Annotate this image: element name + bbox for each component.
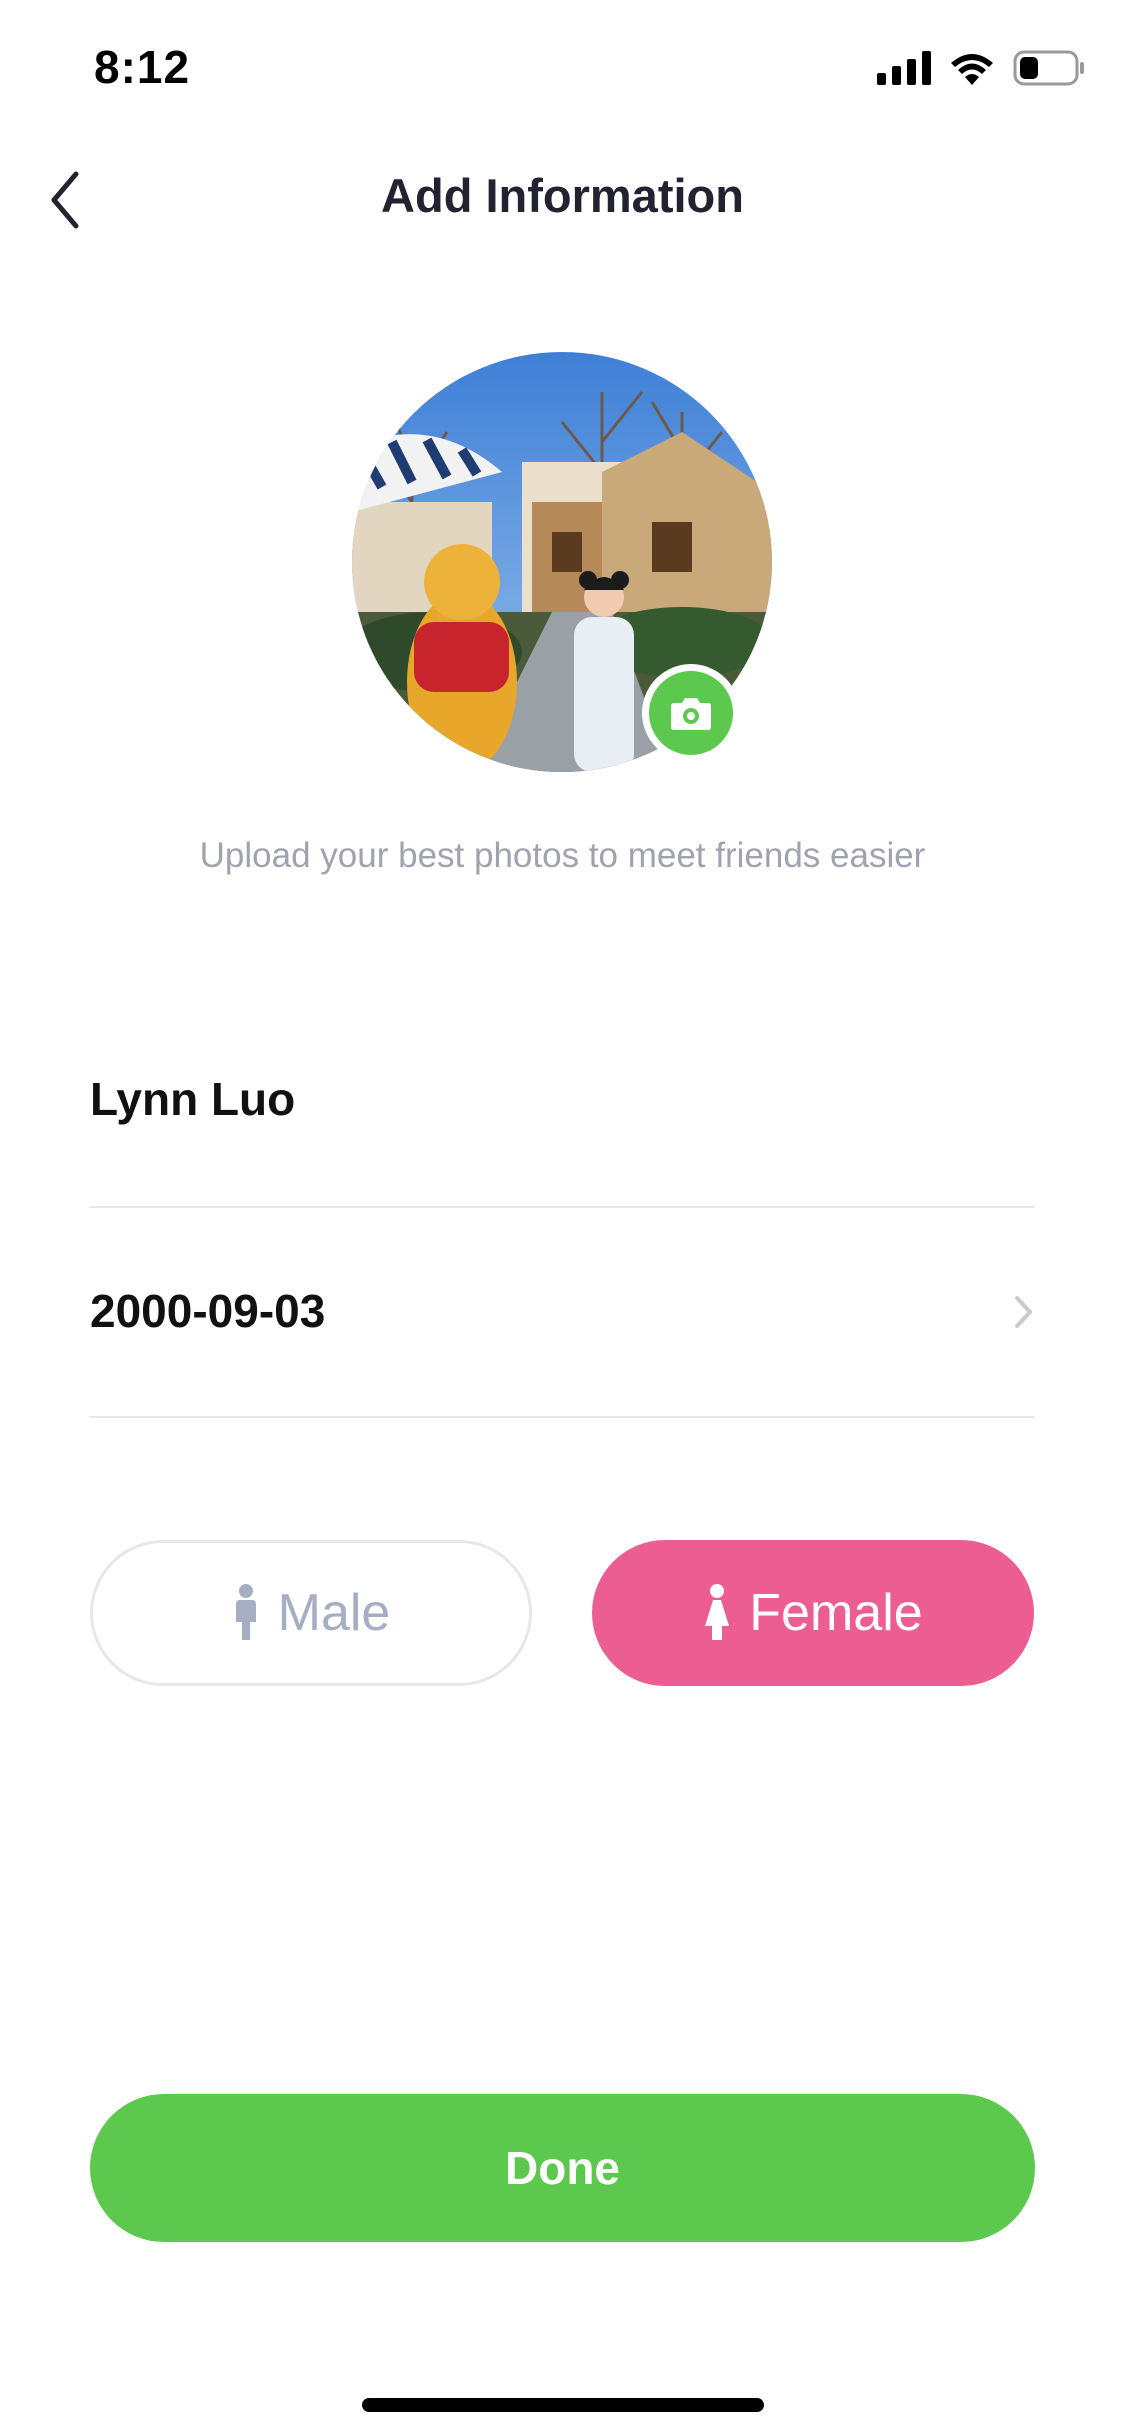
- camera-icon: [671, 698, 711, 730]
- battery-icon: [1013, 50, 1084, 86]
- chevron-right-icon: [1015, 1296, 1032, 1328]
- male-label: Male: [277, 1584, 391, 1642]
- birthday-field[interactable]: 2000-09-03: [90, 1288, 1035, 1438]
- male-person-icon: [235, 1584, 256, 1640]
- name-divider: [90, 1206, 1035, 1208]
- wifi-icon: [951, 54, 993, 85]
- status-time: 8:12: [94, 41, 191, 93]
- page-title: Add Information: [381, 169, 744, 222]
- upload-hint: Upload your best photos to meet friends …: [199, 836, 926, 875]
- name-value: Lynn Luo: [90, 1073, 296, 1125]
- name-field[interactable]: Lynn Luo: [90, 1076, 1035, 1226]
- female-label: Female: [749, 1584, 923, 1642]
- male-button[interactable]: Male: [90, 1540, 532, 1686]
- birthday-value: 2000-09-03: [90, 1285, 326, 1337]
- female-button[interactable]: Female: [592, 1540, 1034, 1686]
- status-icons: [877, 48, 1085, 88]
- home-indicator[interactable]: [362, 2398, 764, 2412]
- birthday-divider: [90, 1416, 1035, 1418]
- change-photo-button[interactable]: [642, 664, 740, 762]
- done-button[interactable]: Done: [90, 2094, 1035, 2242]
- female-person-icon: [705, 1584, 730, 1640]
- cellular-signal-icon: [877, 51, 931, 85]
